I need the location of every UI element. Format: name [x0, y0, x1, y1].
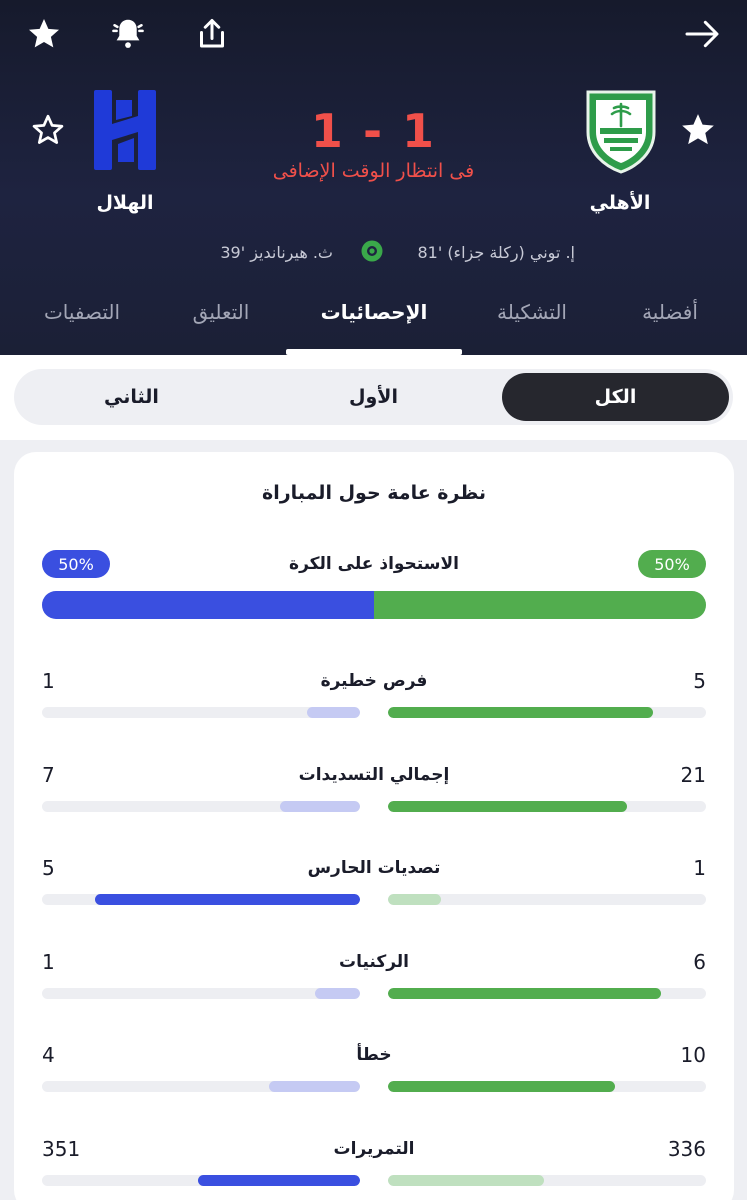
back-button[interactable]	[680, 12, 724, 56]
stat-bar-away-fill	[95, 894, 360, 905]
period-all[interactable]: الكل	[502, 373, 729, 421]
share-button[interactable]	[190, 12, 234, 56]
stat-row: 1 الركنيات 6	[42, 950, 706, 1020]
stat-bar-away-fill	[315, 987, 360, 999]
ball-icon	[360, 239, 384, 263]
stat-label: إجمالي التسديدات	[298, 764, 450, 785]
away-goal-scorer: ث. هيرنانديز '39	[220, 242, 333, 262]
possession-bar-home	[374, 591, 706, 619]
stat-bar-away-fill	[269, 1081, 360, 1092]
match-score: 1 - 1	[310, 104, 437, 158]
match-header: الهلال الأهلي 1 - 1 فى انتظار الوقت الإض…	[0, 0, 747, 355]
home-possession-badge: 50%	[638, 550, 706, 578]
stat-bar-home-track	[388, 987, 706, 999]
stat-home-value: 10	[680, 1043, 706, 1067]
stat-bar-home-track	[388, 1174, 706, 1186]
period-second-half[interactable]: الثاني	[18, 369, 245, 425]
stat-bar-home-track	[388, 800, 706, 812]
stat-bar-home-fill	[388, 707, 653, 718]
stat-label: خطأ	[356, 1045, 392, 1065]
tab-statistics[interactable]: الإحصائيات	[290, 292, 458, 355]
stat-bar-home-track	[388, 707, 706, 718]
stat-label: الركنيات	[338, 951, 410, 972]
stat-label: تصديات الحارس	[307, 858, 441, 878]
period-segmented-control: الكل الأول الثاني	[14, 369, 733, 425]
card-title: نظرة عامة حول المباراة	[262, 482, 486, 504]
stat-bar-away-track	[42, 707, 360, 718]
possession-label: الاستحواذ على الكرة	[289, 554, 459, 574]
stat-bar-away-track	[42, 1081, 360, 1092]
stat-bar-home-track	[388, 894, 706, 905]
possession-bar-away	[42, 591, 374, 619]
tab-lineup[interactable]: التشكيلة	[470, 292, 594, 355]
stat-row: 1 فرص خطيرة 5	[42, 669, 706, 739]
possession-bar	[42, 591, 706, 619]
away-team-name: الهلال	[96, 192, 154, 214]
stat-home-value: 1	[693, 856, 706, 880]
share-icon	[200, 19, 224, 48]
stat-home-value: 6	[693, 949, 706, 974]
stat-bar-away-track	[42, 894, 360, 905]
stat-bar-home-fill	[388, 800, 627, 812]
period-filter-bar: الكل الأول الثاني	[0, 355, 747, 440]
stat-row: 7 إجمالي التسديدات 21	[42, 763, 706, 833]
stat-bar-home-fill	[388, 987, 661, 999]
star-icon	[29, 19, 59, 48]
stat-bar-away-track	[42, 987, 360, 999]
stat-bar-home-fill	[388, 1081, 615, 1092]
stat-bar-home-fill	[388, 1174, 544, 1186]
bell-icon	[112, 19, 144, 48]
stat-home-value: 5	[693, 669, 706, 693]
stat-bar-away-track	[42, 1174, 360, 1186]
tab-commentary[interactable]: التعليق	[168, 292, 274, 355]
stat-row: 351 التمريرات 336	[42, 1137, 706, 1200]
stat-bar-home-track	[388, 1081, 706, 1092]
home-team-name: الأهلي	[589, 192, 651, 214]
stat-home-value: 21	[680, 762, 706, 787]
stat-bar-away-fill	[280, 800, 360, 812]
match-status: فى انتظار الوقت الإضافى	[272, 160, 475, 182]
home-goal-scorer: إ. توني (ركلة جزاء) '81	[417, 242, 575, 262]
period-first-half[interactable]: الأول	[260, 369, 487, 425]
stat-bar-away-fill	[307, 707, 360, 718]
match-overview-card: نظرة عامة حول المباراة 50% الاستحواذ على…	[14, 452, 734, 1200]
stat-bar-home-fill	[388, 894, 441, 905]
stat-row: 5 تصديات الحارس 1	[42, 856, 706, 926]
arrow-right-icon	[685, 20, 719, 48]
match-tabs: أفضلية التشكيلة الإحصائيات التعليق التصف…	[0, 292, 747, 355]
stat-bar-away-track	[42, 800, 360, 812]
stat-label: فرص خطيرة	[320, 671, 428, 691]
tab-advantage[interactable]: أفضلية	[620, 292, 720, 355]
stat-label: التمريرات	[333, 1138, 415, 1159]
notifications-button[interactable]	[106, 12, 150, 56]
stat-bar-away-fill	[198, 1174, 360, 1186]
favorite-button[interactable]	[22, 12, 66, 56]
stat-row: 4 خطأ 10	[42, 1043, 706, 1113]
tab-standings[interactable]: التصفيات	[20, 292, 144, 355]
stat-home-value: 336	[667, 1136, 706, 1161]
